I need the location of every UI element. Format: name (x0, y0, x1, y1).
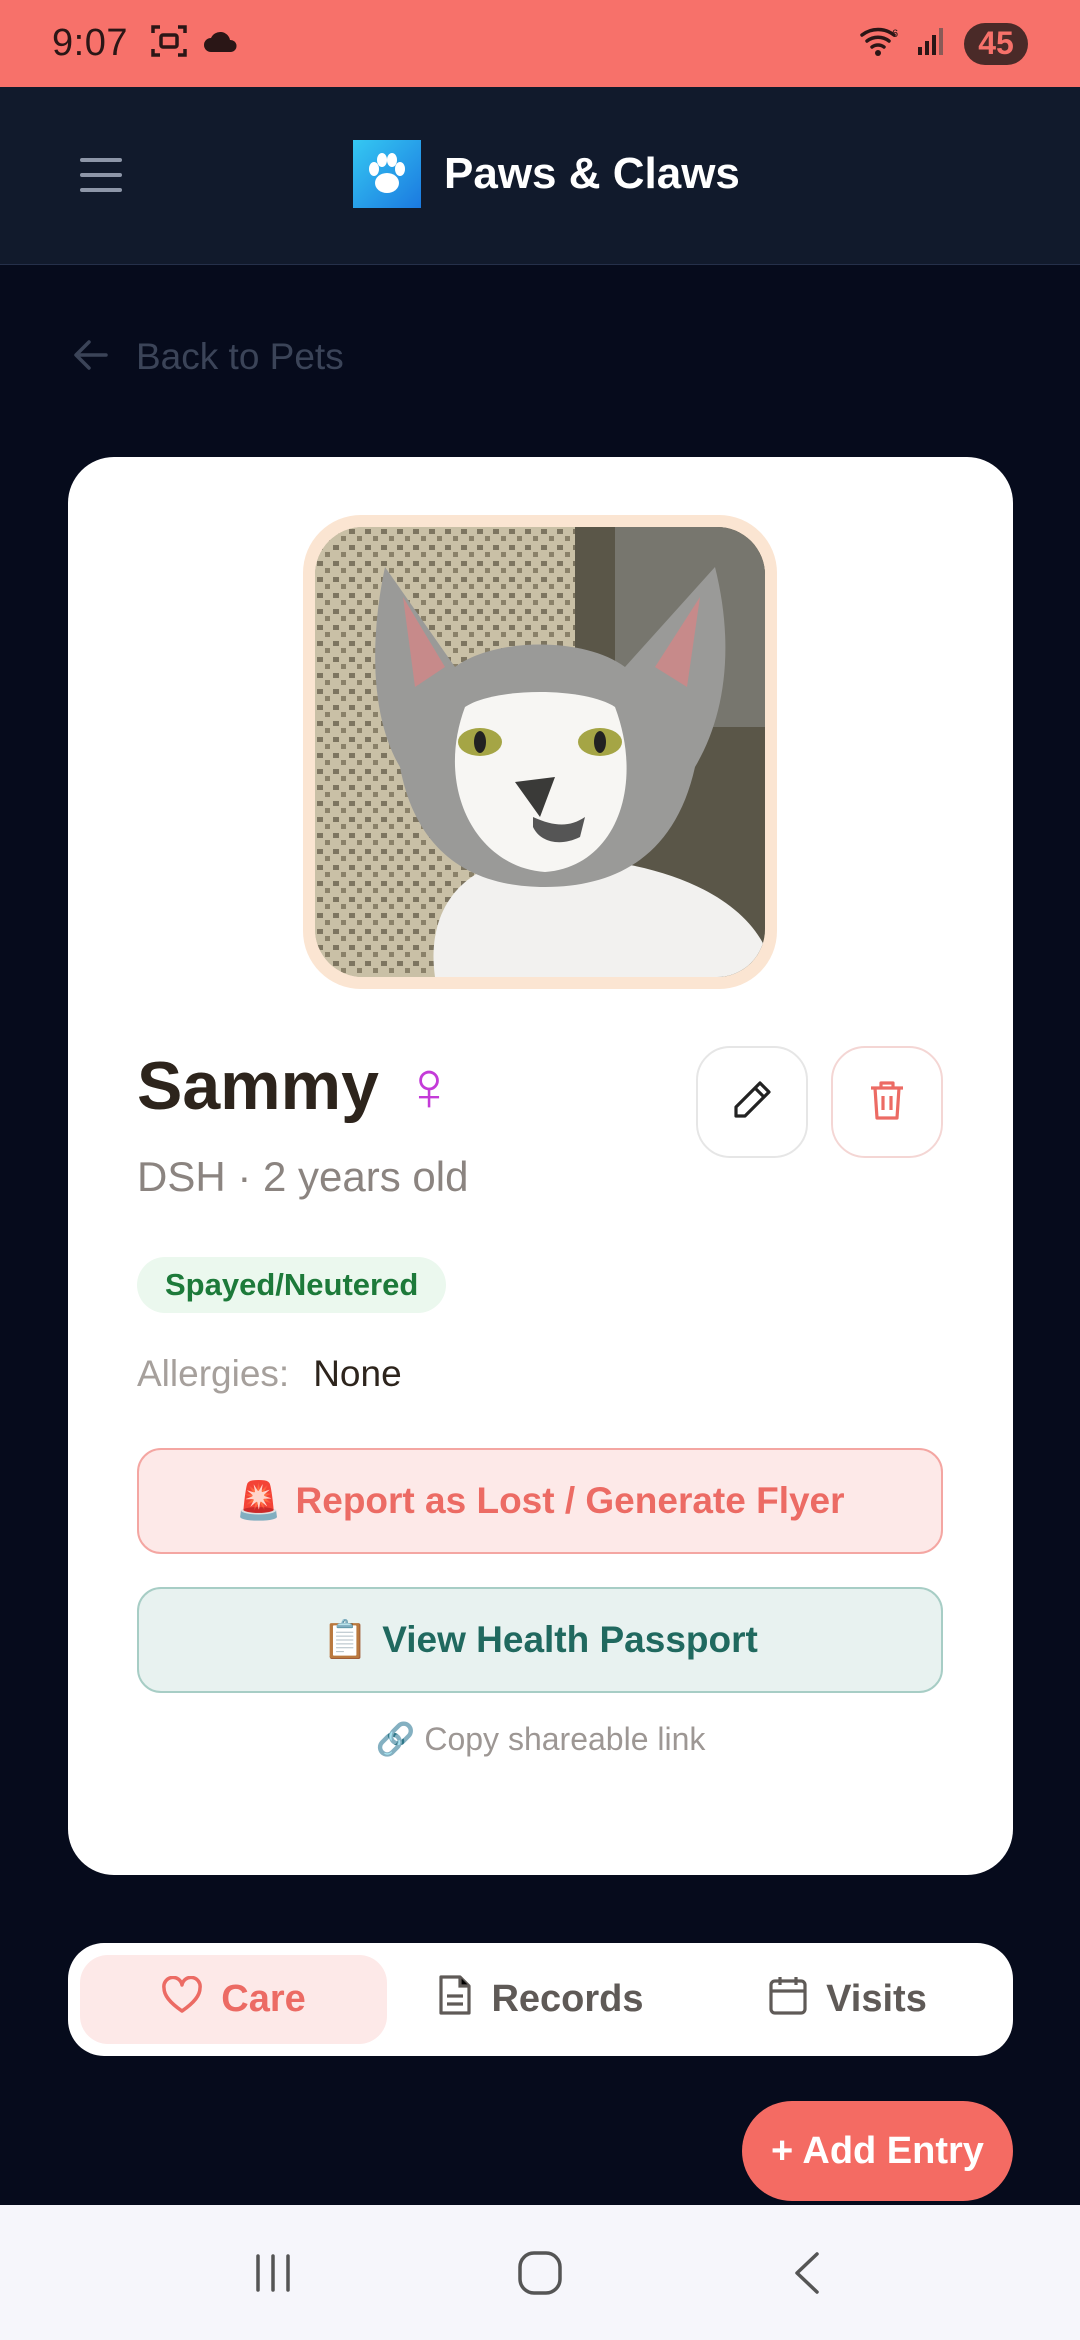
clipboard-icon: 📋 (322, 1618, 369, 1660)
status-icons-left (150, 23, 240, 64)
allergies-row: Allergies: None (137, 1353, 402, 1395)
battery-indicator: 45 (964, 22, 1028, 65)
brand: Paws & Claws (353, 140, 740, 208)
paw-icon (353, 140, 421, 208)
section-tabs: Care Records Visits (68, 1943, 1013, 2056)
tab-records[interactable]: Records (387, 1955, 694, 2044)
link-icon: 🔗 (375, 1721, 416, 1757)
app-header: Paws & Claws (0, 87, 1080, 265)
calendar-icon (768, 1974, 808, 2026)
heart-icon (161, 1975, 203, 2024)
recent-apps-icon[interactable] (223, 2223, 323, 2323)
signal-icon (916, 25, 948, 62)
document-icon (437, 1974, 473, 2026)
system-nav-bar (0, 2205, 1080, 2340)
female-gender-icon: ♀ (402, 1047, 456, 1125)
cloud-icon (202, 28, 240, 59)
allergies-label: Allergies: (137, 1353, 290, 1394)
health-passport-label: View Health Passport (382, 1619, 758, 1660)
status-bar: 9:07 6 45 (0, 0, 1080, 87)
report-lost-label: Report as Lost / Generate Flyer (295, 1480, 845, 1521)
back-label: Back to Pets (136, 336, 344, 377)
pet-photo-frame (303, 515, 777, 989)
trash-icon (867, 1078, 907, 1127)
edit-pet-button[interactable] (696, 1046, 808, 1158)
home-icon[interactable] (490, 2223, 590, 2323)
back-to-pets-link[interactable]: Back to Pets (72, 336, 344, 378)
pet-photo (315, 527, 765, 977)
report-lost-button[interactable]: 🚨 Report as Lost / Generate Flyer (137, 1448, 943, 1554)
view-health-passport-button[interactable]: 📋 View Health Passport (137, 1587, 943, 1693)
allergies-value: None (313, 1353, 402, 1394)
screenshot-icon (150, 23, 188, 64)
status-time: 9:07 (52, 22, 128, 64)
pencil-icon (730, 1078, 774, 1127)
status-icons-right: 6 45 (860, 22, 1028, 65)
copy-shareable-link[interactable]: 🔗 Copy shareable link (68, 1720, 1013, 1758)
tab-care[interactable]: Care (80, 1955, 387, 2044)
wifi-icon: 6 (860, 25, 900, 62)
tab-records-label: Records (491, 1978, 644, 2020)
app-title: Paws & Claws (444, 149, 740, 198)
tab-visits[interactable]: Visits (694, 1955, 1001, 2044)
pet-profile-card: Sammy ♀ DSH · 2 years old Spayed/Neutere… (68, 457, 1013, 1875)
svg-text:6: 6 (892, 28, 898, 40)
pet-name: Sammy (137, 1048, 379, 1124)
tab-care-label: Care (221, 1978, 306, 2020)
share-label: Copy shareable link (424, 1721, 706, 1757)
pet-breed-age: DSH · 2 years old (137, 1153, 469, 1200)
pet-name-row: Sammy ♀ (137, 1047, 455, 1125)
siren-icon: 🚨 (235, 1479, 282, 1521)
delete-pet-button[interactable] (831, 1046, 943, 1158)
hamburger-menu-icon[interactable] (66, 145, 136, 205)
spayed-neutered-badge: Spayed/Neutered (137, 1257, 447, 1313)
back-icon[interactable] (757, 2223, 857, 2323)
tab-visits-label: Visits (826, 1978, 927, 2020)
arrow-left-icon (72, 337, 110, 378)
add-entry-button[interactable]: + Add Entry (742, 2101, 1013, 2201)
